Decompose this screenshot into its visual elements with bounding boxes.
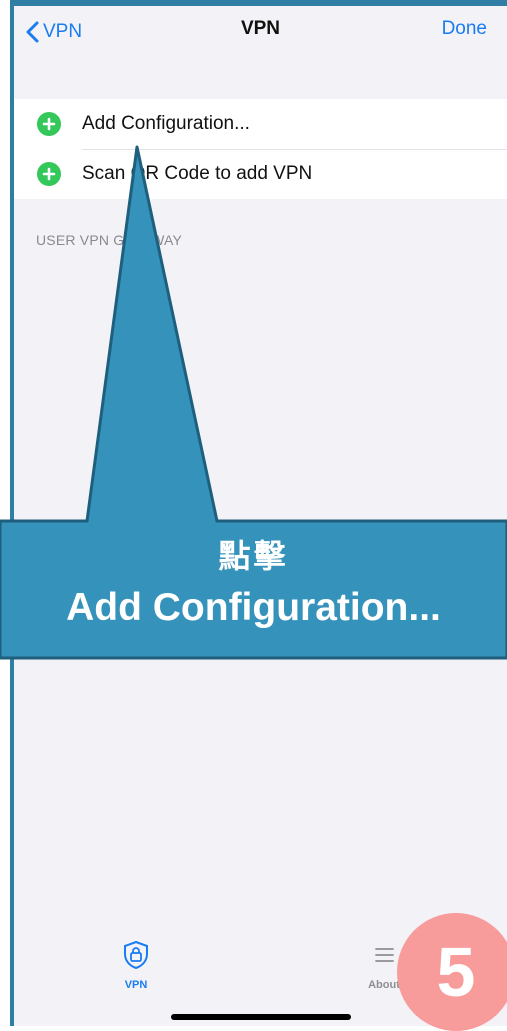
tab-vpn-label: VPN: [124, 979, 148, 991]
callout-line-1: 點擊: [218, 538, 289, 574]
list-icon: [375, 948, 394, 962]
tab-vpn[interactable]: VPN: [106, 940, 166, 991]
home-indicator: [171, 1014, 351, 1020]
callout-line-2: Add Configuration...: [66, 586, 441, 629]
shield-lock-icon: [124, 940, 148, 970]
step-number-badge: 5: [397, 913, 507, 1031]
callout-text: 點擊 Add Configuration...: [0, 532, 507, 636]
callout-shape: [0, 145, 507, 660]
